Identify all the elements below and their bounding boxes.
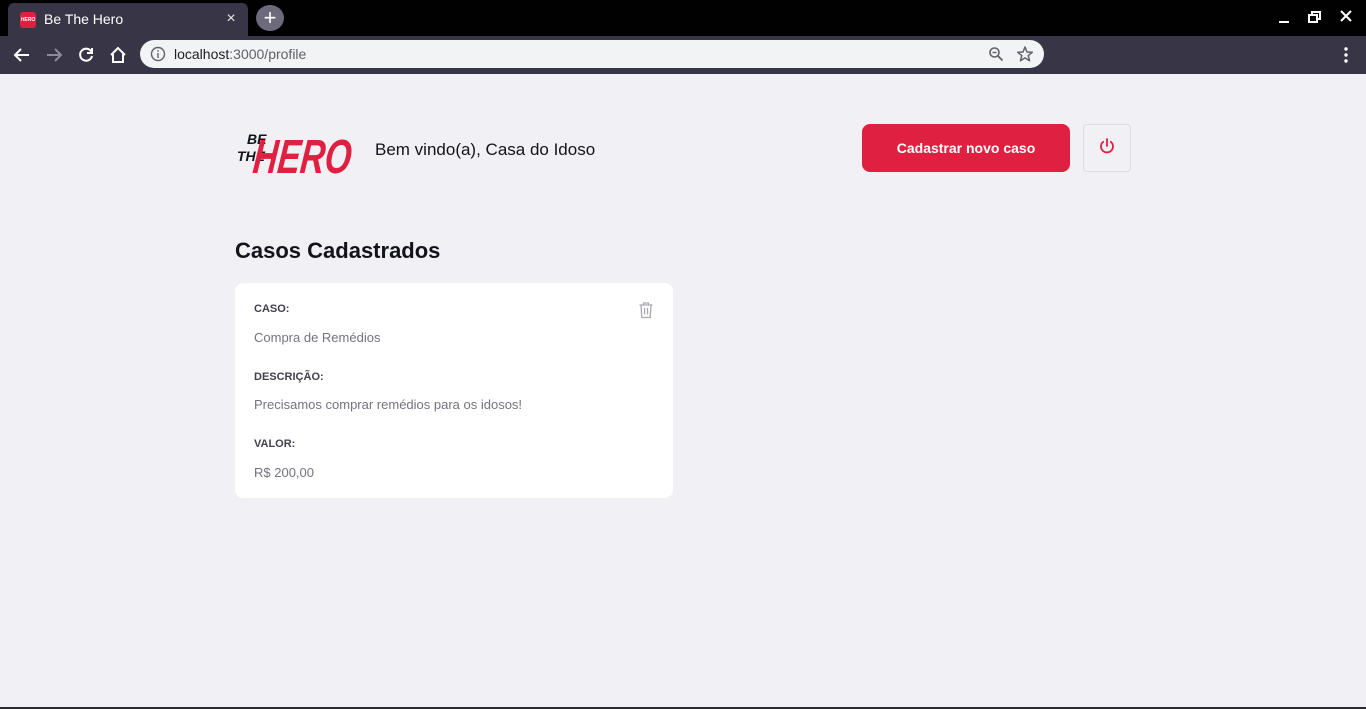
- new-case-button[interactable]: Cadastrar novo caso: [862, 124, 1070, 172]
- url-host: localhost: [174, 46, 230, 62]
- description-value: Precisamos comprar remédios para os idos…: [254, 397, 523, 412]
- favicon: HERO: [20, 12, 36, 28]
- case-label: CASO:: [254, 303, 290, 315]
- browser-toolbar: localhost:3000/profile: [0, 36, 1366, 74]
- logo-hero: HERO: [251, 130, 355, 176]
- restore-icon[interactable]: [1303, 6, 1327, 28]
- profile-page: BE THE HERO Bem vindo(a), Casa do Idoso …: [0, 74, 1366, 707]
- case-card: CASO: Compra de Remédios DESCRIÇÃO: Prec…: [235, 283, 673, 498]
- browser-tabstrip: HERO Be The Hero × +: [0, 0, 1366, 36]
- site-info-icon[interactable]: [150, 46, 166, 62]
- browser-menu-icon[interactable]: [1336, 45, 1356, 65]
- new-tab-button[interactable]: +: [256, 5, 284, 31]
- tab-title: Be The Hero: [44, 11, 124, 27]
- back-arrow-icon[interactable]: [8, 41, 36, 69]
- zoom-icon[interactable]: [988, 46, 1004, 62]
- value-amount: R$ 200,00: [254, 465, 314, 480]
- close-window-icon[interactable]: [1334, 6, 1358, 28]
- url-text[interactable]: localhost:3000/profile: [174, 46, 306, 62]
- close-tab-icon[interactable]: ×: [222, 10, 240, 28]
- trash-icon[interactable]: [638, 301, 654, 319]
- new-case-button-label: Cadastrar novo caso: [896, 140, 1036, 156]
- minimize-icon[interactable]: [1272, 6, 1296, 28]
- case-value: Compra de Remédios: [254, 330, 381, 345]
- home-icon[interactable]: [104, 41, 132, 69]
- value-label: VALOR:: [254, 438, 296, 450]
- description-label: DESCRIÇÃO:: [254, 371, 324, 383]
- forward-arrow-icon[interactable]: [40, 41, 68, 69]
- url-path: :3000/profile: [229, 46, 307, 62]
- be-the-hero-logo: BE THE HERO: [235, 124, 357, 184]
- browser-tab[interactable]: HERO Be The Hero ×: [8, 3, 248, 36]
- reload-icon[interactable]: [72, 41, 100, 69]
- welcome-message: Bem vindo(a), Casa do Idoso: [375, 140, 596, 159]
- page-title: Casos Cadastrados: [235, 238, 441, 263]
- power-icon: [1098, 137, 1116, 160]
- address-bar[interactable]: localhost:3000/profile: [140, 40, 1044, 68]
- logout-button[interactable]: [1083, 124, 1131, 172]
- bookmark-star-icon[interactable]: [1016, 45, 1034, 63]
